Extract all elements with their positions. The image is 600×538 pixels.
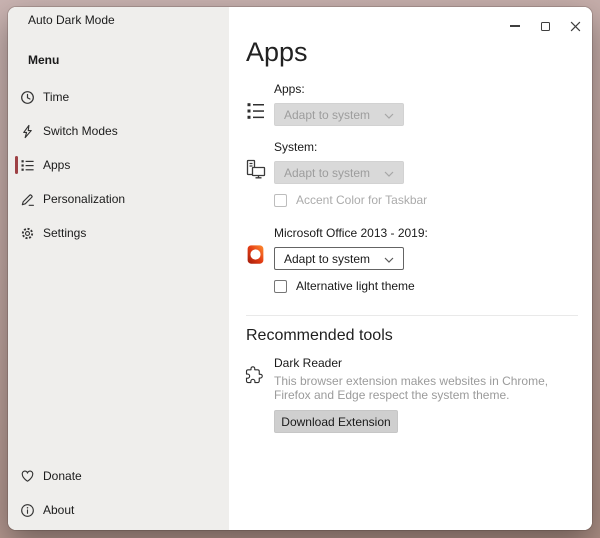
office-logo-icon	[245, 226, 274, 293]
sidebar-item-donate[interactable]: Donate	[8, 459, 229, 493]
sidebar-item-label: Settings	[43, 226, 86, 240]
list-icon	[245, 82, 274, 127]
main-panel: Apps Apps: Adapt to system	[229, 7, 592, 530]
chevron-down-icon	[384, 108, 394, 122]
lightning-icon	[19, 123, 35, 139]
sidebar-item-about[interactable]: About	[8, 493, 229, 527]
list-icon	[19, 157, 35, 173]
system-dropdown-label: System:	[274, 140, 427, 154]
system-dropdown: Adapt to system	[274, 161, 404, 184]
alt-light-theme-checkbox-row[interactable]: Alternative light theme	[274, 279, 428, 293]
sidebar: Auto Dark Mode Menu Time Swit	[8, 7, 229, 530]
page-title: Apps	[246, 37, 592, 68]
apps-dropdown-value: Adapt to system	[284, 108, 370, 122]
alt-light-theme-checkbox[interactable]	[274, 280, 287, 293]
puzzle-icon	[245, 356, 274, 433]
accent-color-checkbox-row: Accent Color for Taskbar	[274, 193, 427, 207]
sidebar-item-switch-modes[interactable]: Switch Modes	[8, 114, 229, 148]
close-icon	[570, 21, 581, 32]
clock-icon	[19, 89, 35, 105]
app-window: Auto Dark Mode Menu Time Swit	[8, 7, 592, 530]
info-icon	[19, 502, 35, 518]
recommended-tools-heading: Recommended tools	[246, 327, 592, 345]
sidebar-item-label: About	[43, 503, 74, 517]
section-apps: Apps: Adapt to system	[245, 82, 592, 127]
office-dropdown[interactable]: Adapt to system	[274, 247, 404, 270]
sidebar-item-apps[interactable]: Apps	[8, 148, 229, 182]
sidebar-item-time[interactable]: Time	[8, 80, 229, 114]
maximize-button[interactable]	[530, 13, 560, 39]
section-system: System: Adapt to system Accent Color for…	[245, 140, 592, 207]
minimize-button[interactable]	[500, 13, 530, 39]
sidebar-item-label: Personalization	[43, 192, 125, 206]
gear-icon	[19, 225, 35, 241]
chevron-down-icon	[384, 252, 394, 266]
maximize-icon	[541, 22, 550, 31]
titlebar-controls	[500, 13, 590, 39]
chevron-down-icon	[384, 166, 394, 180]
system-dropdown-value: Adapt to system	[284, 166, 370, 180]
apps-dropdown-label: Apps:	[274, 82, 404, 96]
close-button[interactable]	[560, 13, 590, 39]
sidebar-item-label: Apps	[43, 158, 70, 172]
accent-color-checkbox-label: Accent Color for Taskbar	[296, 193, 427, 207]
sidebar-item-personalization[interactable]: Personalization	[8, 182, 229, 216]
office-dropdown-label: Microsoft Office 2013 - 2019:	[274, 226, 428, 240]
sidebar-footer: Donate About	[8, 459, 229, 527]
alt-light-theme-checkbox-label: Alternative light theme	[296, 279, 415, 293]
office-dropdown-value: Adapt to system	[284, 252, 370, 266]
tool-description-line2: Firefox and Edge respect the system them…	[274, 388, 548, 402]
sidebar-item-label: Switch Modes	[43, 124, 118, 138]
desktop-pc-icon	[245, 140, 274, 207]
app-title: Auto Dark Mode	[8, 7, 229, 27]
selected-indicator	[15, 156, 18, 174]
minimize-icon	[510, 25, 520, 26]
download-extension-button[interactable]: Download Extension	[274, 410, 398, 433]
section-office: Microsoft Office 2013 - 2019: Adapt to s…	[245, 226, 592, 293]
sidebar-item-label: Donate	[43, 469, 82, 483]
dark-reader-tool: Dark Reader This browser extension makes…	[245, 356, 592, 433]
pen-icon	[19, 191, 35, 207]
sidebar-item-settings[interactable]: Settings	[8, 216, 229, 250]
tool-description: This browser extension makes websites in…	[274, 374, 548, 402]
menu-heading: Menu	[28, 53, 229, 67]
tool-description-line1: This browser extension makes websites in…	[274, 374, 548, 388]
tool-name: Dark Reader	[274, 356, 548, 370]
heart-icon	[19, 468, 35, 484]
section-divider	[246, 315, 578, 316]
accent-color-checkbox	[274, 194, 287, 207]
sidebar-item-label: Time	[43, 90, 69, 104]
sidebar-nav: Time Switch Modes	[8, 80, 229, 250]
apps-dropdown: Adapt to system	[274, 103, 404, 126]
